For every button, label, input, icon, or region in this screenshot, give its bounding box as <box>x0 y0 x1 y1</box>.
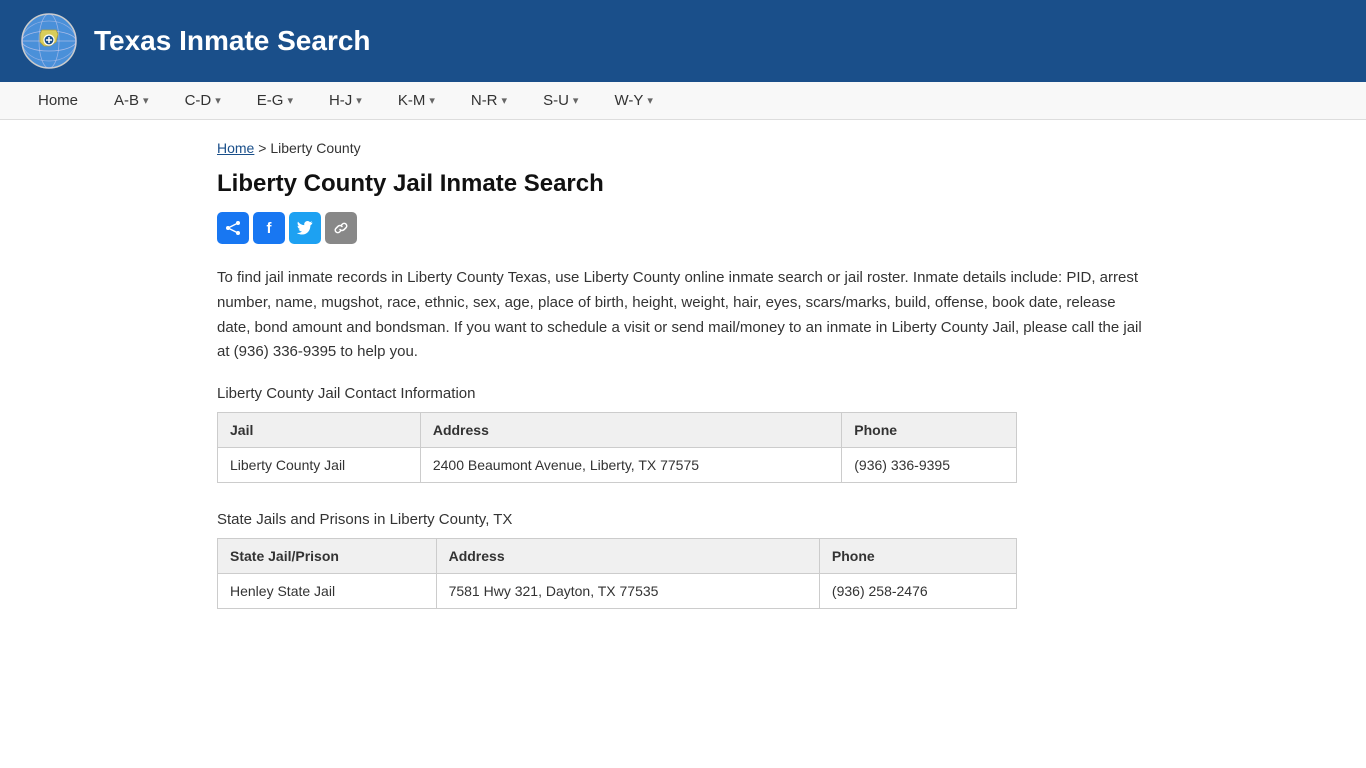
share-button[interactable] <box>217 212 249 244</box>
address-col-header: Address <box>420 413 841 448</box>
nav-item-su[interactable]: S-U ▾ <box>525 82 596 119</box>
phone-col-header: Phone <box>842 413 1017 448</box>
page-description: To find jail inmate records in Liberty C… <box>217 266 1149 365</box>
chevron-down-icon: ▾ <box>429 94 435 107</box>
state-jail-col-header: State Jail/Prison <box>218 539 437 574</box>
state-address-col-header: Address <box>436 539 819 574</box>
chevron-down-icon: ▾ <box>143 94 149 107</box>
breadcrumb-current: Liberty County <box>270 140 360 156</box>
site-logo <box>20 12 78 70</box>
nav-item-ab[interactable]: A-B ▾ <box>96 82 167 119</box>
jail-contact-label: Liberty County Jail Contact Information <box>217 385 1149 402</box>
table-row: Liberty County Jail2400 Beaumont Avenue,… <box>218 448 1017 483</box>
breadcrumb-home-link[interactable]: Home <box>217 140 254 156</box>
jail-contact-table: Jail Address Phone Liberty County Jail24… <box>217 412 1017 483</box>
nav-item-km[interactable]: K-M ▾ <box>380 82 453 119</box>
chevron-down-icon: ▾ <box>573 94 579 107</box>
nav-item-eg[interactable]: E-G ▾ <box>239 82 311 119</box>
chevron-down-icon: ▾ <box>356 94 362 107</box>
main-content: Home > Liberty County Liberty County Jai… <box>193 120 1173 677</box>
page-header: Texas Inmate Search <box>0 0 1366 82</box>
facebook-button[interactable]: f <box>253 212 285 244</box>
nav-item-cd[interactable]: C-D ▾ <box>167 82 239 119</box>
twitter-button[interactable] <box>289 212 321 244</box>
jail-col-header: Jail <box>218 413 421 448</box>
state-phone-col-header: Phone <box>819 539 1016 574</box>
nav-item-nr[interactable]: N-R ▾ <box>453 82 525 119</box>
state-jails-table: State Jail/Prison Address Phone Henley S… <box>217 538 1017 609</box>
chevron-down-icon: ▾ <box>287 94 293 107</box>
breadcrumb: Home > Liberty County <box>217 140 1149 156</box>
social-share-bar: f <box>217 212 1149 244</box>
copy-link-button[interactable] <box>325 212 357 244</box>
nav-item-hj[interactable]: H-J ▾ <box>311 82 380 119</box>
table-row: Henley State Jail7581 Hwy 321, Dayton, T… <box>218 574 1017 609</box>
chevron-down-icon: ▾ <box>647 94 653 107</box>
chevron-down-icon: ▾ <box>502 94 508 107</box>
nav-item-home[interactable]: Home <box>20 82 96 119</box>
nav-item-wy[interactable]: W-Y ▾ <box>596 82 670 119</box>
main-nav: Home A-B ▾ C-D ▾ E-G ▾ H-J ▾ K-M ▾ N-R ▾… <box>0 82 1366 120</box>
site-title: Texas Inmate Search <box>94 25 371 57</box>
state-jails-label: State Jails and Prisons in Liberty Count… <box>217 511 1149 528</box>
chevron-down-icon: ▾ <box>215 94 221 107</box>
page-title: Liberty County Jail Inmate Search <box>217 170 1149 198</box>
breadcrumb-separator: > <box>258 140 270 156</box>
